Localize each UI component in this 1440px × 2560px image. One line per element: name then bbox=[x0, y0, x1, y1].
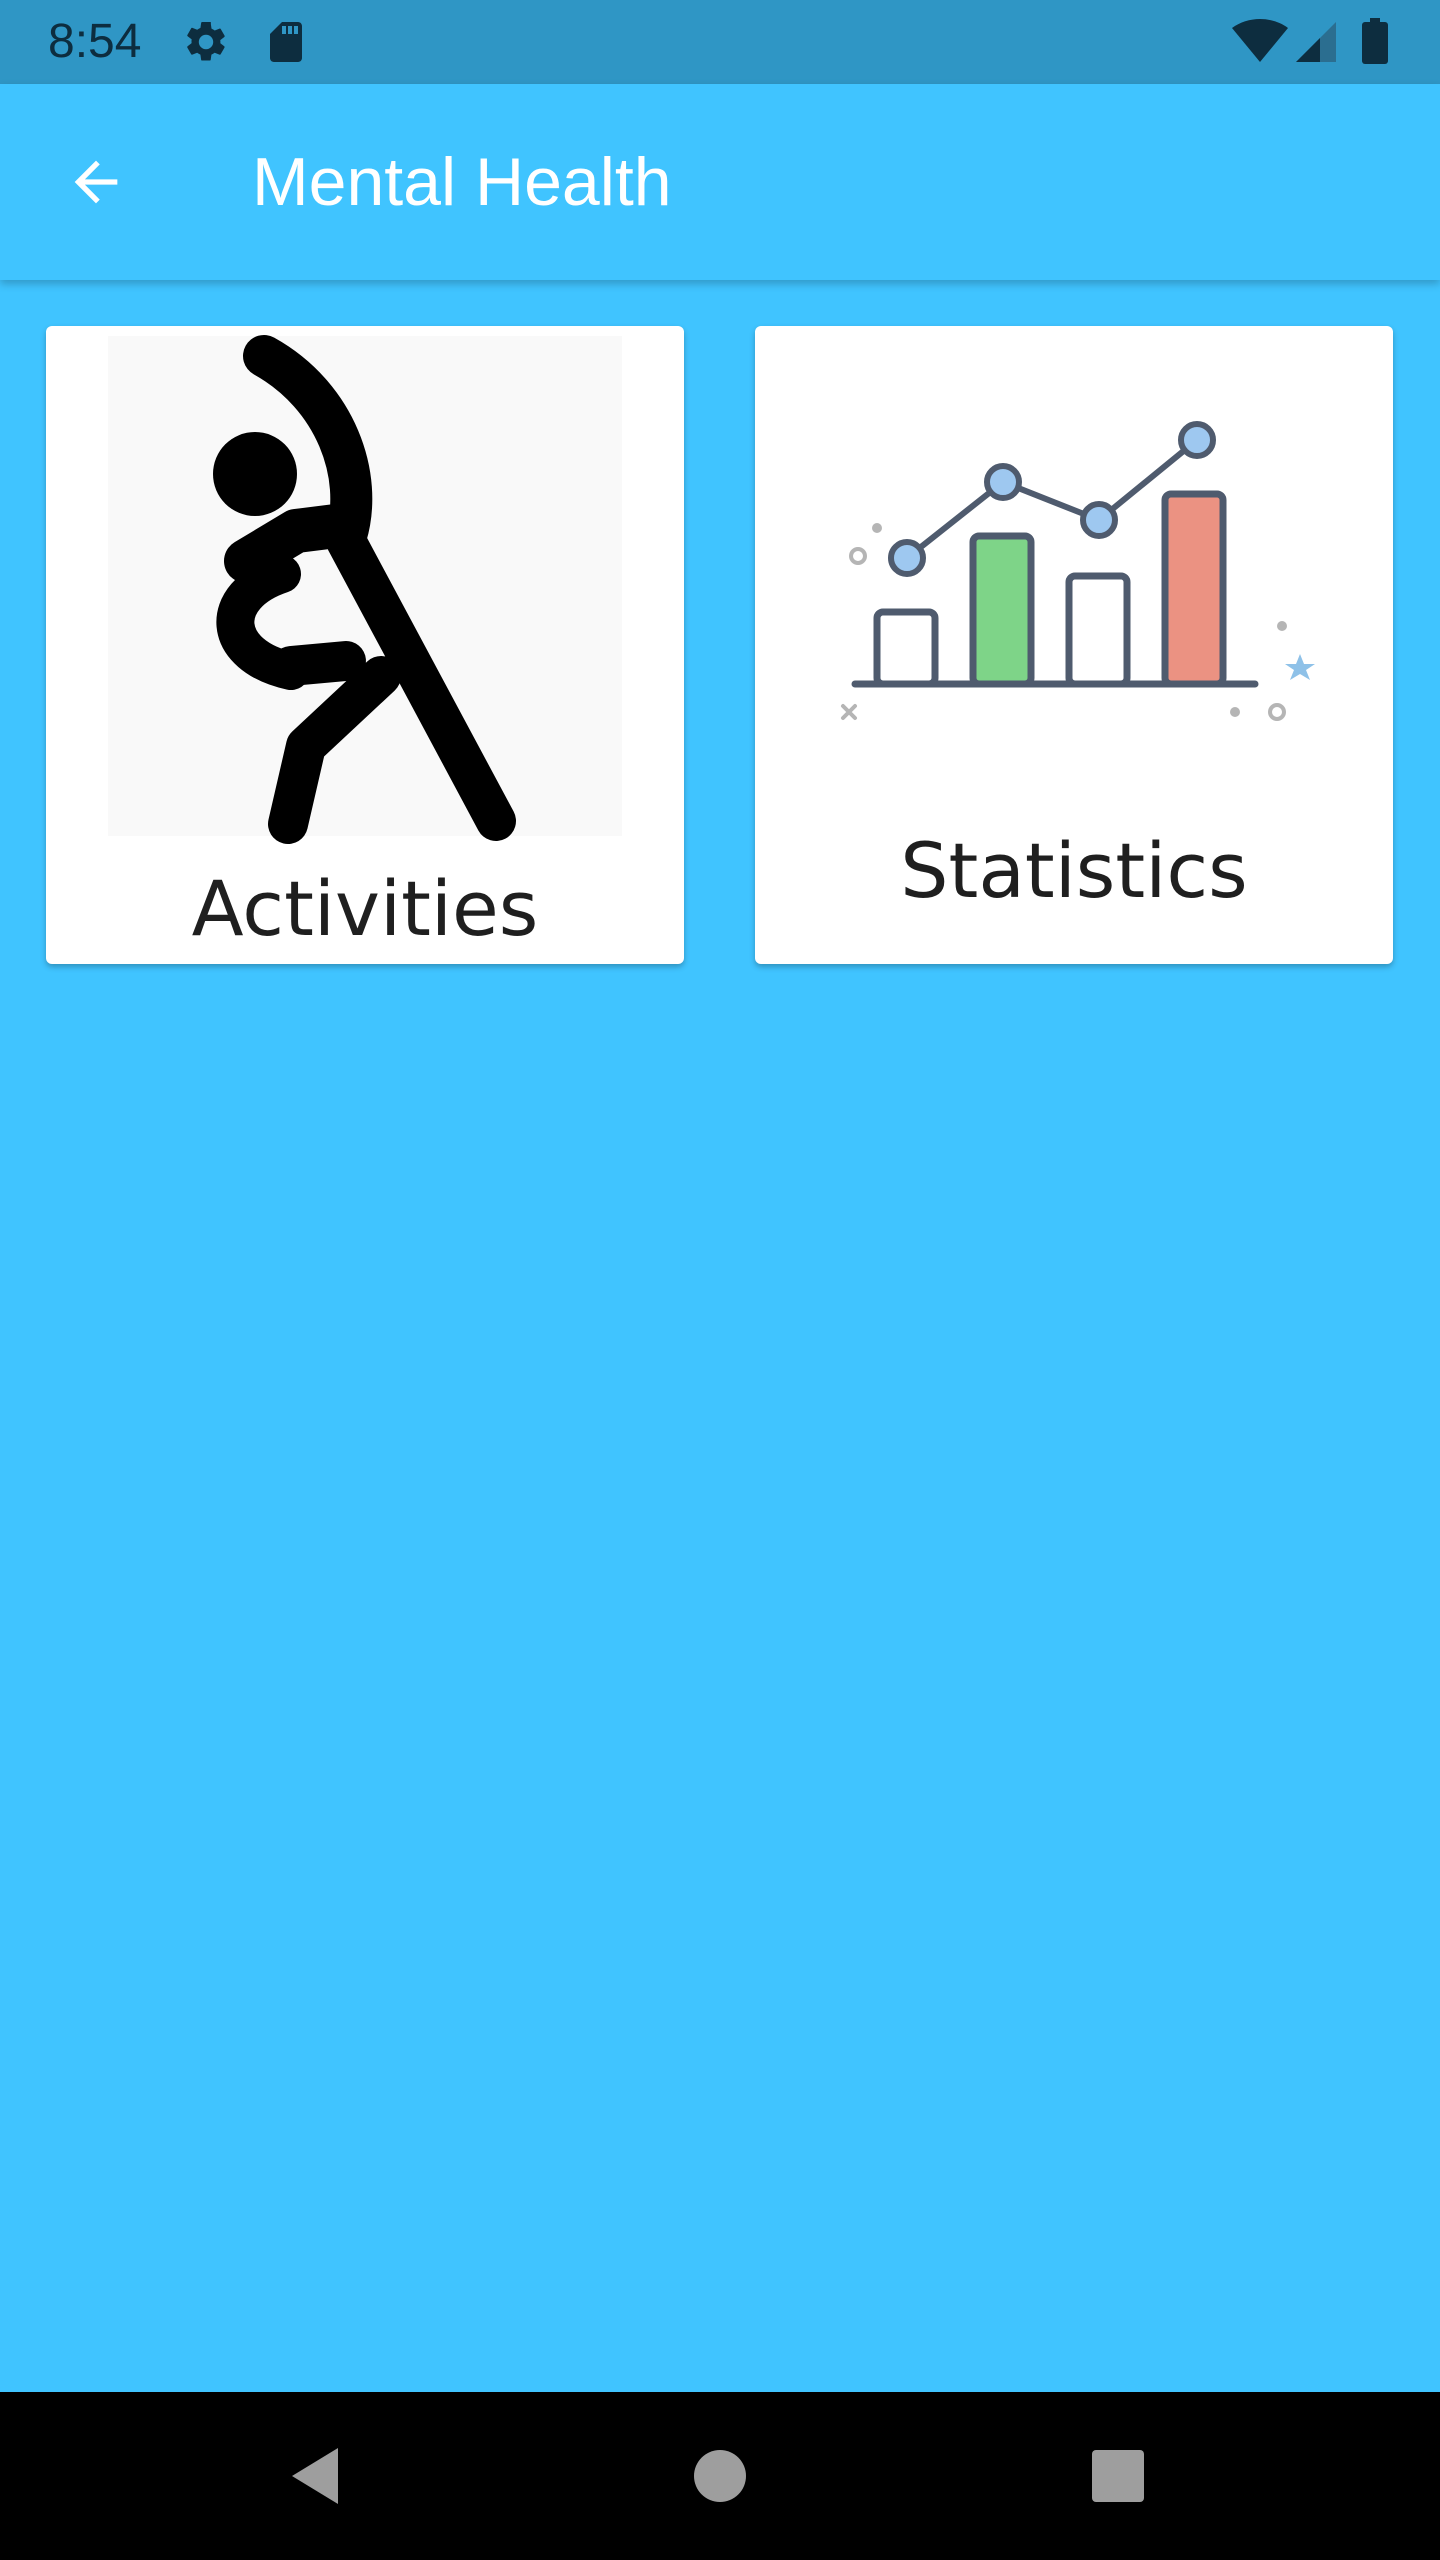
activities-card[interactable]: Activities bbox=[46, 326, 684, 964]
arrow-back-icon bbox=[74, 160, 118, 204]
navigation-bar bbox=[0, 2392, 1440, 2560]
nav-back-button[interactable] bbox=[270, 2428, 366, 2524]
nav-recents-button[interactable] bbox=[1070, 2428, 1166, 2524]
page-title: Mental Health bbox=[252, 144, 672, 220]
statistics-card[interactable]: Statistics bbox=[755, 326, 1393, 964]
recents-square-icon bbox=[1092, 2450, 1144, 2502]
sd-card-icon bbox=[262, 18, 310, 66]
signal-icon bbox=[1292, 18, 1338, 66]
wifi-icon bbox=[1230, 18, 1290, 66]
home-circle-icon bbox=[694, 2450, 746, 2502]
back-triangle-icon bbox=[292, 2448, 338, 2504]
app-bar: Mental Health bbox=[0, 84, 1440, 280]
stretching-person-icon bbox=[108, 335, 622, 844]
status-time: 8:54 bbox=[48, 15, 142, 68]
settings-icon bbox=[182, 18, 230, 66]
bar-line-chart-icon bbox=[841, 421, 1315, 721]
status-bar: 8:54 bbox=[0, 0, 1440, 84]
nav-home-button[interactable] bbox=[672, 2428, 768, 2524]
activities-label: Activities bbox=[191, 864, 539, 953]
back-button[interactable] bbox=[48, 134, 144, 230]
statistics-label: Statistics bbox=[900, 826, 1248, 915]
battery-icon bbox=[1360, 18, 1390, 66]
